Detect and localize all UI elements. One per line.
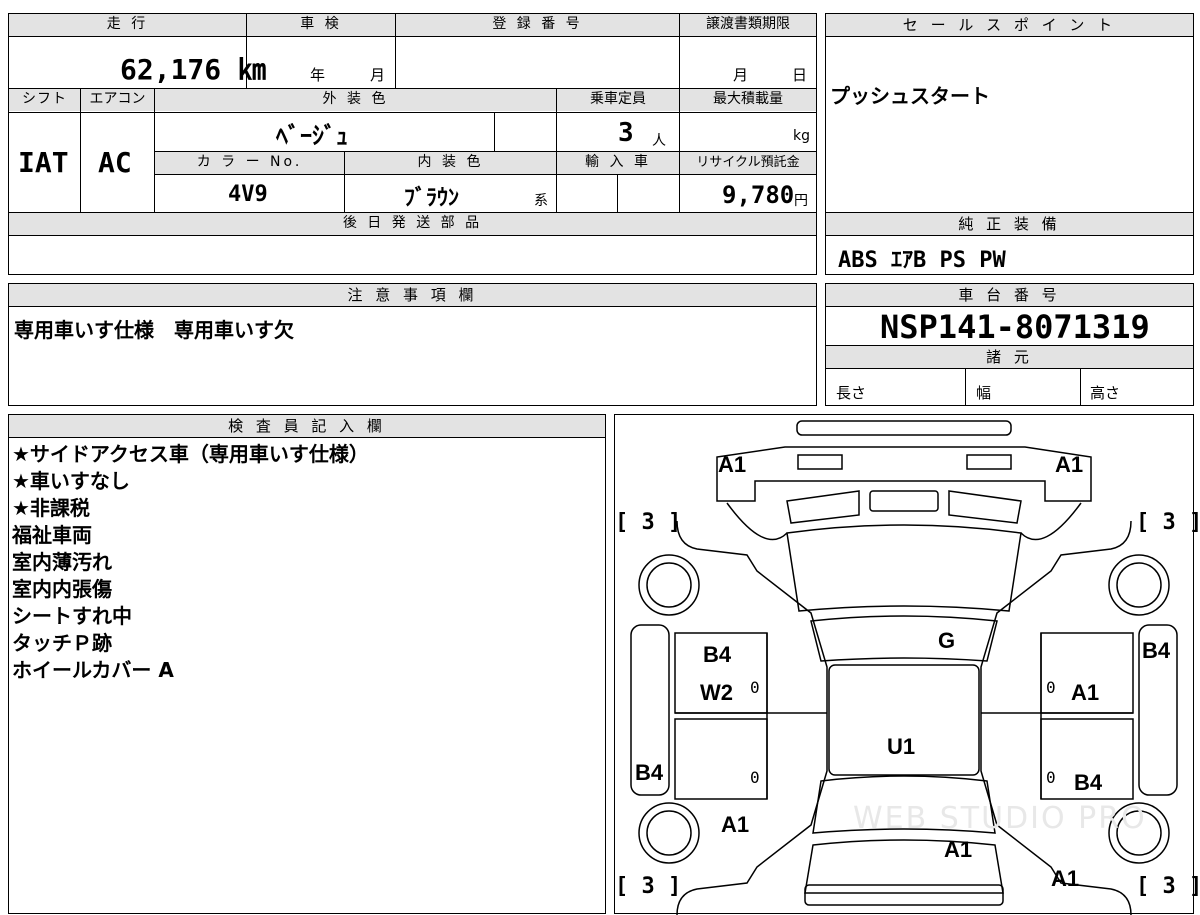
mark-a1-front-left: A1 [718, 452, 747, 477]
mark-g-windshield: G [938, 628, 956, 653]
mark-b4-door-front-left: B4 [703, 642, 732, 667]
mark-a1-rear-left: A1 [721, 812, 750, 837]
mark-w2-door-front-left: W2 [700, 680, 733, 705]
maxload-unit: kg [793, 128, 810, 144]
genuine-equipment-text: ABS ｴｱB PS PW [838, 248, 1006, 273]
later-parts-header: 後 日 発 送 部 品 [9, 213, 816, 235]
capacity-header: 乗車定員 [557, 89, 679, 111]
inspector-line: タッチＰ跡 [12, 631, 112, 655]
ac-value: AC [98, 146, 132, 179]
transfer-month: 月 [733, 66, 749, 84]
shift-value: IAT [18, 146, 69, 179]
mileage-header: 走 行 [9, 14, 246, 36]
interior-header: 内 装 色 [345, 152, 556, 174]
spec-width: 幅 [976, 384, 992, 402]
sales-point-header: セ ー ル ス ポ イ ン ト [826, 14, 1193, 37]
mark-zero: 0 [1046, 768, 1056, 787]
recycle-value: 9,780 [722, 181, 795, 209]
recycle-header: リサイクル預託金 [680, 152, 816, 174]
registration-header: 登 録 番 号 [396, 14, 679, 36]
inspection-year: 年 [310, 66, 326, 84]
exterior-value: ﾍﾞｰｼﾞｭ [276, 122, 348, 150]
inspector-line: ★サイドアクセス車（専用車いす仕様） [12, 442, 369, 466]
inspector-line: 福祉車両 [12, 523, 92, 547]
sales-point-text: プッシュスタート [830, 84, 990, 108]
exterior-header: 外 装 色 [155, 89, 556, 111]
spec-header: 諸 元 [826, 346, 1193, 369]
import-header: 輸 入 車 [557, 152, 679, 174]
recycle-unit: 円 [794, 193, 808, 209]
inspector-line: 室内内張傷 [12, 577, 112, 601]
interior-value: ﾌﾞﾗｳﾝ [404, 186, 460, 211]
mark-u1-center: U1 [887, 734, 916, 759]
notes-header: 注 意 事 項 欄 [9, 284, 816, 307]
shift-header: シフト [9, 89, 80, 111]
inspection-header: 車 検 [247, 14, 395, 36]
chassis-header: 車 台 番 号 [826, 284, 1193, 307]
capacity-unit: 人 [652, 133, 666, 149]
maxload-header: 最大積載量 [680, 89, 816, 111]
inspector-line: ★非課税 [12, 496, 90, 520]
mark-a1-front-right: A1 [1055, 452, 1084, 477]
transfer-day: 日 [792, 66, 808, 84]
inspector-lines: ★サイドアクセス車（専用車いす仕様） ★車いすなし ★非課税 福祉車両 室内薄汚… [12, 441, 369, 684]
mark-b4-door-rear-right: B4 [1074, 770, 1103, 795]
mark-tire-rear-left: [ 3 ] [615, 874, 682, 899]
mark-a1-rear-center: A1 [944, 837, 973, 862]
inspector-line: 室内薄汚れ [12, 550, 112, 574]
interior-suffix: 系 [534, 193, 548, 209]
inspector-line: ホイールカバー A [12, 658, 174, 682]
mark-tire-rear-right: [ 3 ] [1136, 874, 1200, 899]
transfer-header: 譲渡書類期限 [680, 14, 816, 36]
mark-tire-front-right: [ 3 ] [1136, 510, 1200, 535]
mark-zero: 0 [750, 768, 760, 787]
mark-tire-front-left: [ 3 ] [615, 510, 682, 535]
genuine-equipment-header: 純 正 装 備 [826, 213, 1193, 236]
car-diagram-box: WEB STUDIO PRO [614, 414, 1194, 915]
mileage-value: 62,176 ㎞ [120, 53, 267, 86]
spec-length: 長さ [836, 384, 867, 402]
spec-height: 高さ [1090, 384, 1121, 402]
color-no-header: カ ラ ー No. [155, 152, 344, 174]
diagram-watermark: WEB STUDIO PRO [853, 801, 1147, 836]
inspector-line: シートすれ中 [12, 604, 132, 628]
ac-header: エアコン [81, 89, 154, 111]
mark-zero: 0 [750, 678, 760, 697]
mark-a1-door-front-right: A1 [1071, 680, 1100, 705]
color-no-value: 4V9 [228, 182, 268, 207]
car-diagram-outline [630, 420, 1178, 915]
inspector-header: 検 査 員 記 入 欄 [9, 415, 605, 438]
chassis-number: NSP141-8071319 [880, 308, 1150, 346]
mark-b4-side-right: B4 [1142, 638, 1171, 663]
notes-text: 専用車いす仕様 専用車いす欠 [14, 318, 294, 342]
mark-b4-side-left: B4 [635, 760, 664, 785]
inspector-line: ★車いすなし [12, 469, 130, 493]
sales-point-box [825, 13, 1194, 213]
inspection-month: 月 [370, 66, 386, 84]
capacity-value: 3 [618, 118, 634, 148]
mark-a1-rear-right: A1 [1051, 866, 1080, 891]
mark-zero: 0 [1046, 678, 1056, 697]
